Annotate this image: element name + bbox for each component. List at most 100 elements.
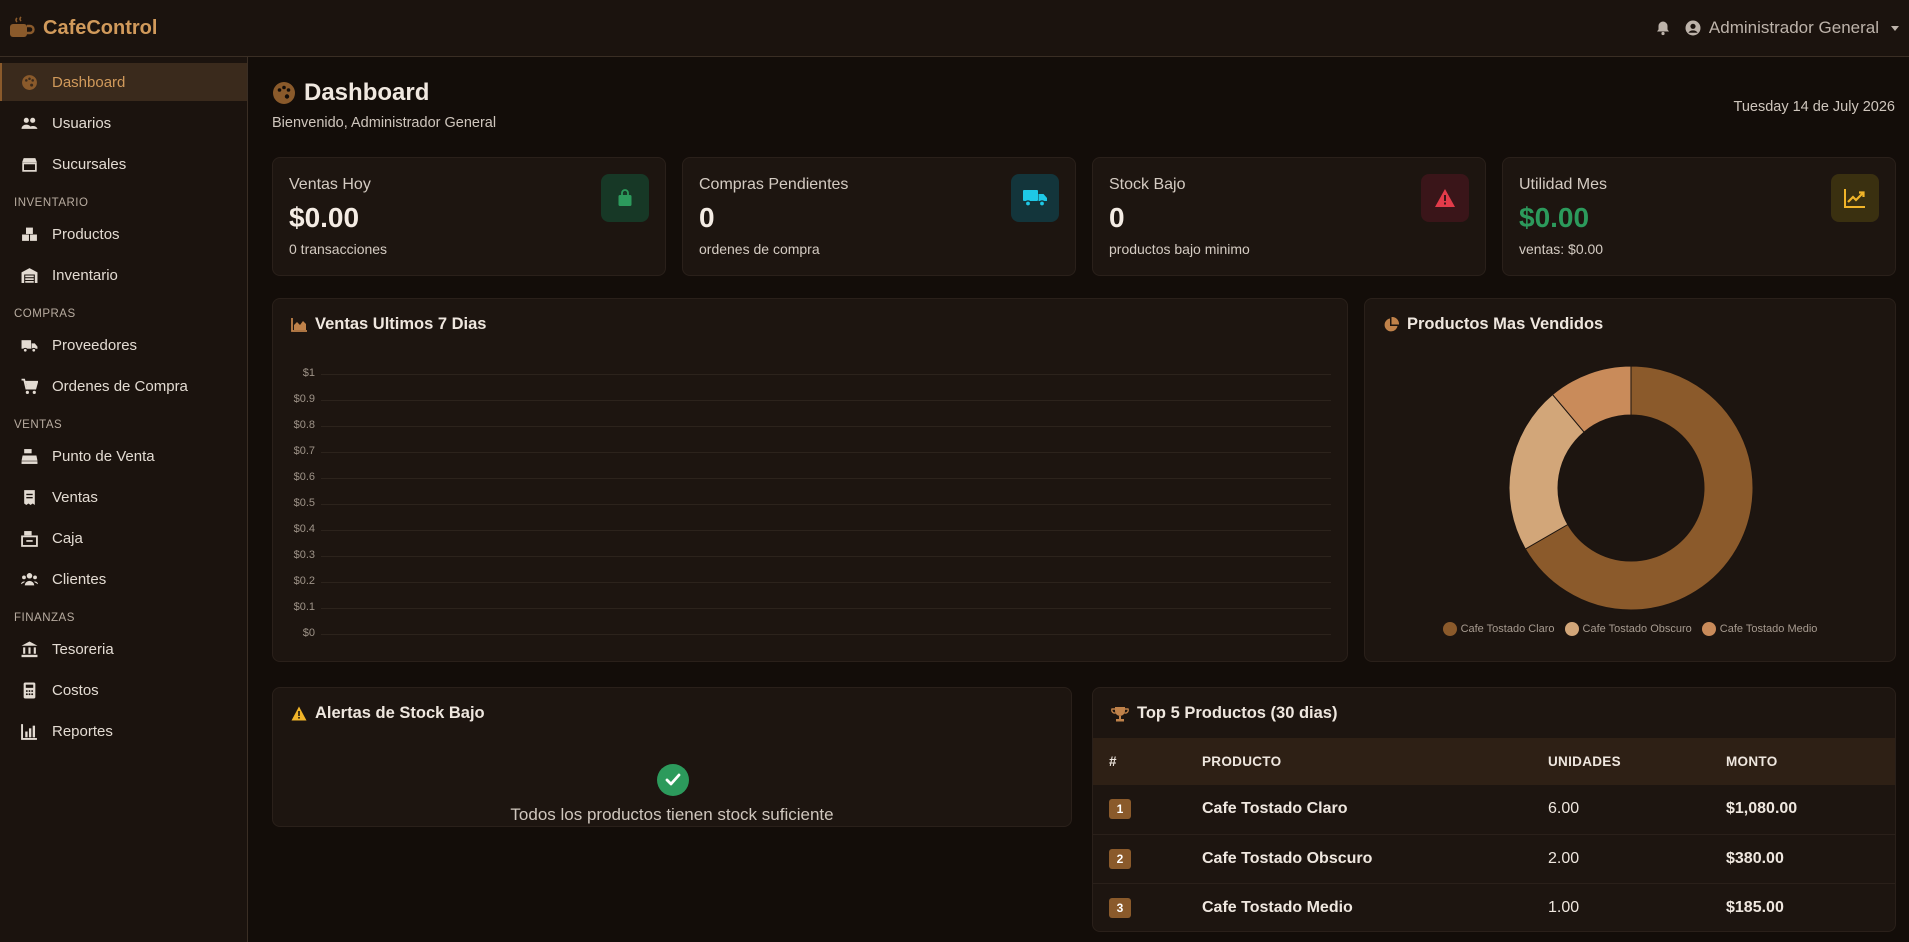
sidebar-item-punto-de-venta[interactable]: Punto de Venta: [0, 437, 247, 475]
sidebar-item-productos[interactable]: Productos: [0, 215, 247, 253]
sidebar-item-tesoreria[interactable]: Tesoreria: [0, 630, 247, 668]
y-tick-label: $0.8: [293, 419, 315, 431]
truck-icon: [1023, 190, 1047, 207]
receipt-icon: [24, 489, 35, 505]
check-circle-icon: [657, 764, 689, 796]
shopping-bag-icon: [618, 189, 632, 206]
rank-badge: 2: [1109, 848, 1131, 869]
sidebar-item-label: Caja: [52, 529, 83, 547]
y-tick-label: $0.4: [293, 523, 315, 535]
y-tick-label: $0.7: [293, 445, 315, 457]
stat-subtext: ventas: $0.00: [1519, 241, 1604, 257]
gridline: [321, 504, 1331, 505]
legend-swatch: [1564, 622, 1579, 636]
sidebar-item-clientes[interactable]: Clientes: [0, 560, 247, 598]
products-donut-chart: [1508, 365, 1754, 611]
chevron-down-icon: [1891, 25, 1899, 31]
palette-icon: [22, 74, 37, 90]
trend-icon: [1844, 189, 1865, 208]
sidebar-item-ordenes-de-compra[interactable]: Ordenes de Compra: [0, 367, 247, 405]
area-chart-icon: [291, 317, 307, 332]
legend-item[interactable]: Cafe Tostado Claro: [1442, 622, 1555, 636]
sidebar-item-sucursales[interactable]: Sucursales: [0, 145, 247, 183]
sidebar-item-costos[interactable]: Costos: [0, 671, 247, 709]
gridline: [321, 478, 1331, 479]
sidebar-item-label: Punto de Venta: [52, 447, 155, 465]
welcome-text: Bienvenido, Administrador General: [272, 115, 497, 131]
legend-label: Cafe Tostado Medio: [1719, 623, 1818, 635]
stat-icon-box: [1421, 174, 1469, 222]
bank-icon: [21, 641, 38, 657]
sidebar-item-inventario[interactable]: Inventario: [0, 256, 247, 294]
warning-icon: [1435, 189, 1455, 207]
product-name: Cafe Tostado Medio: [1186, 883, 1532, 931]
legend-label: Cafe Tostado Obscuro: [1582, 623, 1692, 635]
sidebar-item-caja[interactable]: Caja: [0, 519, 247, 557]
table-row[interactable]: 3 Cafe Tostado Medio 1.00 $185.00: [1093, 883, 1895, 931]
stat-label: Utilidad Mes: [1519, 176, 1608, 193]
main-content: Dashboard Bienvenido, Administrador Gene…: [248, 57, 1909, 942]
stat-subtext: productos bajo minimo: [1109, 241, 1250, 257]
calculator-icon: [23, 682, 36, 698]
top-navbar: CafeControl Administrador General: [0, 0, 1909, 57]
sidebar-item-label: Proveedores: [52, 336, 138, 354]
rank-badge: 1: [1109, 799, 1131, 820]
user-circle-icon: [1685, 20, 1701, 36]
gridline: [321, 608, 1331, 609]
gridline: [321, 582, 1331, 583]
product-units: 2.00: [1532, 834, 1710, 884]
stat-value: 0: [1109, 202, 1125, 233]
stat-icon-box: [1011, 174, 1059, 222]
sales-chart-title: Ventas Ultimos 7 Dias: [315, 315, 487, 333]
y-tick-label: $0.1: [293, 601, 315, 613]
sidebar-item-label: Ventas: [52, 488, 98, 506]
column-header: UNIDADES: [1532, 738, 1710, 785]
product-amount: $1,080.00: [1710, 785, 1895, 835]
y-tick-label: $0.5: [293, 497, 315, 509]
table-row[interactable]: 1 Cafe Tostado Claro 6.00 $1,080.00: [1093, 785, 1895, 835]
legend-label: Cafe Tostado Claro: [1460, 623, 1555, 635]
stock-ok-message: Todos los productos tienen stock suficie…: [510, 805, 834, 824]
brand[interactable]: CafeControl: [9, 15, 157, 41]
gridline: [321, 530, 1331, 531]
stock-alerts-card: Alertas de Stock Bajo Todos los producto…: [272, 687, 1072, 827]
sidebar-section-ventas: VENTAS: [14, 419, 63, 431]
sidebar-item-usuarios[interactable]: Usuarios: [0, 104, 247, 142]
cash-register-icon: [21, 448, 38, 464]
legend-item[interactable]: Cafe Tostado Obscuro: [1564, 622, 1692, 636]
table-row[interactable]: 2 Cafe Tostado Obscuro 2.00 $380.00: [1093, 834, 1895, 884]
stat-value: $0.00: [289, 202, 360, 233]
sidebar-item-label: Sucursales: [52, 155, 127, 173]
stat-card-utilidad-mes: Utilidad Mes $0.00 ventas: $0.00: [1502, 157, 1896, 276]
sidebar: Dashboard Usuarios Sucursales INVENTARIO…: [0, 57, 248, 942]
stat-icon-box: [601, 174, 649, 222]
table-header-row: # PRODUCTO UNIDADES MONTO: [1093, 738, 1895, 785]
sidebar-item-label: Productos: [52, 225, 120, 243]
stat-label: Stock Bajo: [1109, 176, 1186, 193]
store-icon: [22, 157, 37, 172]
sidebar-item-label: Costos: [52, 681, 99, 699]
sales-chart-card: Ventas Ultimos 7 Dias $0 $0.1 $0.2 $0.3 $0.4…: [272, 298, 1348, 662]
legend-swatch: [1701, 622, 1716, 636]
legend-swatch: [1442, 622, 1457, 636]
sidebar-item-proveedores[interactable]: Proveedores: [0, 326, 247, 364]
sidebar-item-label: Ordenes de Compra: [52, 377, 188, 395]
stat-subtext: 0 transacciones: [289, 241, 388, 257]
stat-card-ventas-hoy: Ventas Hoy $0.00 0 transacciones: [272, 157, 666, 276]
sidebar-item-label: Usuarios: [52, 114, 112, 132]
bell-icon[interactable]: [1655, 20, 1671, 36]
stat-subtext: ordenes de compra: [699, 241, 820, 257]
cart-icon: [21, 378, 38, 394]
y-tick-label: $0.3: [293, 549, 315, 561]
product-name: Cafe Tostado Obscuro: [1186, 834, 1532, 884]
legend-item[interactable]: Cafe Tostado Medio: [1701, 622, 1818, 636]
user-menu[interactable]: Administrador General: [1685, 18, 1899, 38]
gridline: [321, 400, 1331, 401]
stat-label: Ventas Hoy: [289, 176, 371, 193]
sidebar-item-reportes[interactable]: Reportes: [0, 712, 247, 750]
product-units: 1.00: [1532, 883, 1710, 931]
sidebar-item-label: Reportes: [52, 722, 113, 740]
user-name: Administrador General: [1708, 18, 1879, 37]
sidebar-item-dashboard[interactable]: Dashboard: [0, 63, 247, 101]
sidebar-item-ventas[interactable]: Ventas: [0, 478, 247, 516]
